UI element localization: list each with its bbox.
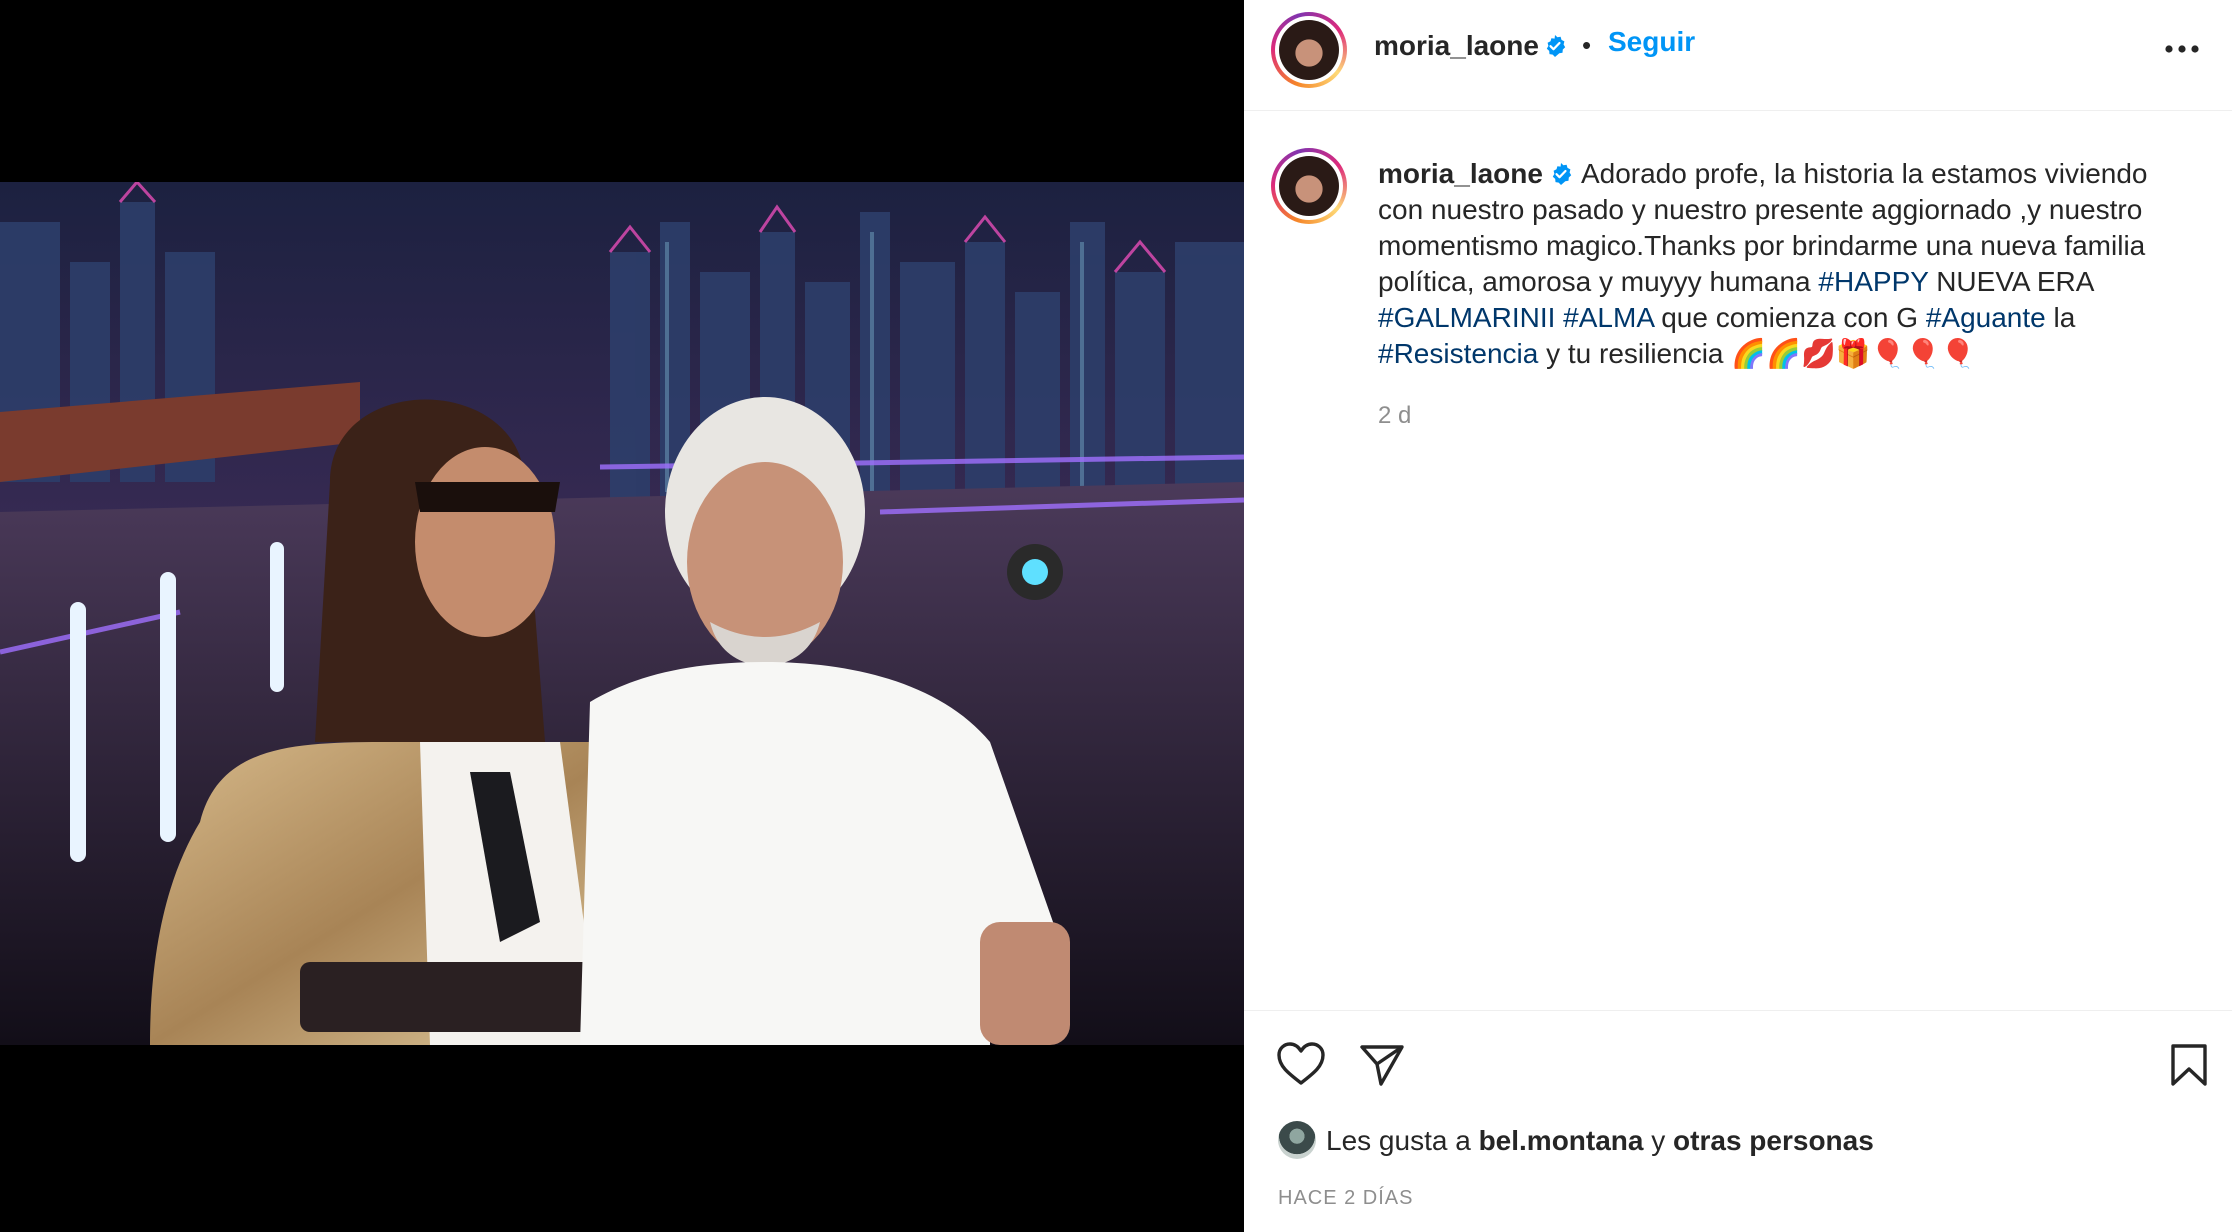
liker-avatar[interactable] <box>1278 1121 1316 1159</box>
liker-username[interactable]: bel.montana <box>1479 1125 1644 1156</box>
hashtag-link[interactable]: #Resistencia <box>1378 338 1538 369</box>
likes-prefix: Les gusta a <box>1326 1125 1479 1156</box>
caption-text: la <box>2045 302 2076 333</box>
caption-username[interactable]: moria_laone <box>1378 158 1543 189</box>
paper-plane-icon[interactable] <box>1359 1043 1405 1087</box>
author-username[interactable]: moria_laone <box>1374 30 1539 61</box>
author-avatar[interactable] <box>1271 12 1347 88</box>
hashtag-link[interactable]: #Aguante <box>1926 302 2046 333</box>
separator-dot: • <box>1582 30 1592 60</box>
hashtag-link[interactable]: #HAPPY <box>1818 266 1928 297</box>
post-header: moria_laone • Seguir <box>1244 0 2232 111</box>
verified-badge-icon <box>1547 35 1566 57</box>
likes-mid: y <box>1643 1125 1674 1156</box>
caption-text <box>1555 302 1563 333</box>
post-date[interactable]: HACE 2 DÍAS <box>1278 1187 1413 1210</box>
caption-text: que comienza con G <box>1653 302 1926 333</box>
follow-button[interactable]: Seguir <box>1608 26 1695 58</box>
other-likers-link[interactable]: otras personas <box>1673 1125 1874 1156</box>
post-side-panel: moria_laone • Seguir moria_laone Adorado… <box>1244 0 2232 1232</box>
instagram-post-view: moria_laone • Seguir moria_laone Adorado… <box>0 0 2232 1232</box>
caption-timestamp[interactable]: 2 d <box>1378 402 1411 430</box>
caption-text: y tu resiliencia 🌈🌈💋🎁🎈🎈🎈 <box>1538 338 1976 369</box>
action-bar: Les gusta a bel.montana y otras personas… <box>1244 1010 2232 1232</box>
post-caption: moria_laone Adorado profe, la historia l… <box>1378 156 2198 372</box>
more-options-icon[interactable] <box>2162 34 2202 64</box>
verified-badge-icon <box>1552 163 1572 185</box>
likes-text: Les gusta a bel.montana y otras personas <box>1326 1125 1874 1157</box>
header-username-row: moria_laone <box>1374 30 1567 62</box>
heart-icon[interactable] <box>1276 1041 1326 1087</box>
caption-author-avatar[interactable] <box>1271 148 1347 224</box>
post-photo[interactable] <box>0 182 1244 1045</box>
bookmark-icon[interactable] <box>2170 1043 2208 1087</box>
hashtag-link[interactable]: #GALMARINII <box>1378 302 1555 333</box>
hashtag-link[interactable]: #ALMA <box>1563 302 1653 333</box>
media-pane <box>0 0 1244 1232</box>
caption-text: NUEVA ERA <box>1928 266 2093 297</box>
photo-illustration <box>0 182 1244 1045</box>
